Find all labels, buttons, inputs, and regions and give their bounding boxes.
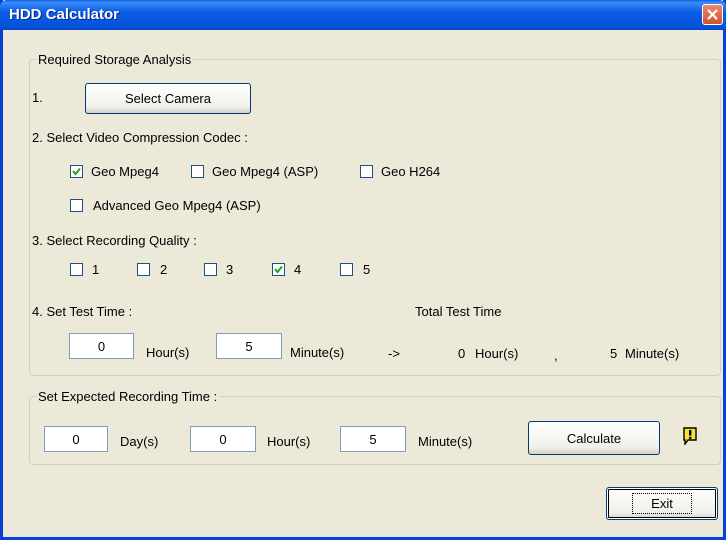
expected-hours-input[interactable] (190, 426, 256, 452)
total-hours-value: 0 (458, 346, 466, 361)
quality-3-label[interactable]: 3 (226, 262, 233, 277)
codec-geo-mpeg4-label[interactable]: Geo Mpeg4 (91, 164, 159, 179)
close-button[interactable] (702, 4, 723, 25)
step3-label: 3. Select Recording Quality : (32, 233, 197, 248)
quality-5-label[interactable]: 5 (363, 262, 370, 277)
test-minutes-input[interactable] (216, 333, 282, 359)
test-hours-input[interactable] (69, 333, 134, 359)
quality-2-label[interactable]: 2 (160, 262, 167, 277)
test-hours-unit: Hour(s) (146, 345, 190, 360)
expected-days-input[interactable] (44, 426, 108, 452)
close-icon (707, 9, 718, 20)
total-separator: , (554, 348, 558, 363)
codec-geo-mpeg4-checkbox[interactable] (70, 165, 83, 178)
exit-label: Exit (632, 493, 692, 514)
title-bar[interactable]: HDD Calculator (0, 0, 726, 30)
quality-5-checkbox[interactable] (340, 263, 353, 276)
codec-advanced-geo-mpeg4-asp-checkbox[interactable] (70, 199, 83, 212)
step4-label: 4. Set Test Time : (32, 304, 133, 319)
codec-geo-mpeg4-asp-label[interactable]: Geo Mpeg4 (ASP) (212, 164, 318, 179)
codec-advanced-geo-mpeg4-asp-label[interactable]: Advanced Geo Mpeg4 (ASP) (93, 198, 261, 213)
total-test-time-label: Total Test Time (415, 304, 502, 319)
calculate-label: Calculate (566, 430, 622, 446)
quality-3-checkbox[interactable] (204, 263, 217, 276)
codec-geo-h264-label[interactable]: Geo H264 (381, 164, 440, 179)
storage-analysis-legend: Required Storage Analysis (38, 52, 192, 67)
codec-geo-h264-checkbox[interactable] (360, 165, 373, 178)
quality-4-label[interactable]: 4 (294, 262, 301, 277)
expected-minutes-input[interactable] (340, 426, 406, 452)
test-minutes-unit: Minute(s) (290, 345, 345, 360)
expected-minutes-unit: Minute(s) (418, 434, 473, 449)
quality-1-checkbox[interactable] (70, 263, 83, 276)
arrow-text: -> (388, 346, 400, 361)
expected-hours-unit: Hour(s) (267, 434, 311, 449)
quality-1-label[interactable]: 1 (92, 262, 99, 277)
quality-2-checkbox[interactable] (137, 263, 150, 276)
step2-label: 2. Select Video Compression Codec : (32, 130, 248, 145)
total-minutes-unit: Minute(s) (625, 346, 680, 361)
checkmark-icon (72, 167, 81, 176)
exit-button[interactable]: Exit (606, 487, 718, 520)
exclamation-icon (683, 427, 697, 445)
total-hours-unit: Hour(s) (475, 346, 519, 361)
codec-geo-mpeg4-asp-checkbox[interactable] (191, 165, 204, 178)
quality-4-checkbox[interactable] (272, 263, 285, 276)
window-title: HDD Calculator (9, 6, 120, 23)
select-camera-button[interactable]: Select Camera (85, 83, 251, 114)
total-minutes-value: 5 (610, 346, 618, 361)
step1-number: 1. (32, 90, 43, 105)
hdd-calculator-window: HDD Calculator Required Storage Analysis… (0, 0, 726, 540)
calculate-button[interactable]: Calculate (528, 421, 660, 455)
expected-recording-legend: Set Expected Recording Time : (38, 389, 218, 404)
checkmark-icon (274, 265, 283, 274)
select-camera-label: Select Camera (125, 91, 211, 106)
expected-days-unit: Day(s) (120, 434, 159, 449)
